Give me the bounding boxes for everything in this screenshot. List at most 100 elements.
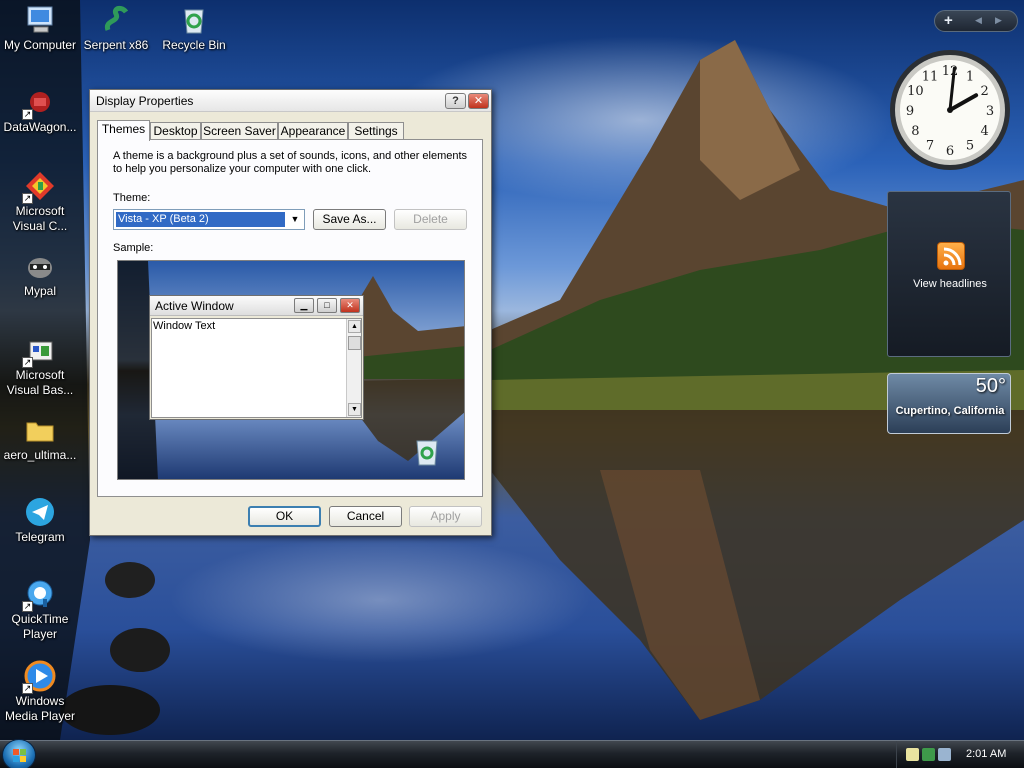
desktop-icon-visual-basic[interactable]: ↗ Microsoft Visual Bas... xyxy=(0,334,80,398)
desktop-icon-mypal[interactable]: Mypal xyxy=(0,250,80,299)
display-properties-dialog: Display Properties ? ✕ Themes Desktop Sc… xyxy=(89,89,492,536)
theme-dropdown-value: Vista - XP (Beta 2) xyxy=(116,212,285,227)
desktop-icon-quicktime[interactable]: ↗ QuickTime Player xyxy=(0,578,80,642)
desktop-icon-visual-cpp[interactable]: ↗ Microsoft Visual C... xyxy=(0,170,80,234)
datawagon-icon: ↗ xyxy=(22,86,56,120)
clock-numeral: 10 xyxy=(907,84,924,99)
weather-temperature: 50° xyxy=(975,375,1006,397)
chevron-down-icon[interactable]: ▼ xyxy=(288,213,302,226)
apply-button[interactable]: Apply xyxy=(409,506,482,527)
shortcut-arrow-icon: ↗ xyxy=(22,193,33,204)
taskbar: 2:01 AM xyxy=(0,739,1024,768)
theme-dropdown[interactable]: Vista - XP (Beta 2) ▼ xyxy=(113,209,305,230)
visual-studio-icon: ↗ xyxy=(22,170,56,204)
scroll-down-icon: ▼ xyxy=(348,403,361,416)
theme-sample-preview: Active Window ▁ □ ✕ Window Text ▲ ▼ xyxy=(117,260,465,480)
sample-window-body: Window Text ▲ ▼ xyxy=(151,318,362,418)
visual-basic-icon: ↗ xyxy=(22,334,56,368)
media-player-icon: ↗ xyxy=(22,660,56,694)
ok-button[interactable]: OK xyxy=(248,506,321,527)
tab-appearance[interactable]: Appearance xyxy=(278,122,348,140)
tray-network-icon[interactable] xyxy=(922,748,935,761)
next-icon[interactable]: ▶ xyxy=(995,15,1002,26)
shortcut-arrow-icon: ↗ xyxy=(22,109,33,120)
clock-numeral: 6 xyxy=(946,144,954,159)
shortcut-arrow-icon: ↗ xyxy=(22,357,33,368)
desktop-icon-serpent[interactable]: Serpent x86 xyxy=(76,4,156,53)
tab-screen-saver[interactable]: Screen Saver xyxy=(201,122,278,140)
close-button[interactable]: ✕ xyxy=(468,93,489,109)
help-button[interactable]: ? xyxy=(445,93,466,109)
desktop-icon-label: Serpent x86 xyxy=(83,38,149,52)
tab-settings[interactable]: Settings xyxy=(348,122,404,140)
raccoon-icon xyxy=(24,250,56,282)
desktop-icon-telegram[interactable]: Telegram xyxy=(0,496,80,545)
shortcut-arrow-icon: ↗ xyxy=(22,683,33,694)
clock-numeral: 8 xyxy=(911,124,919,139)
clock-numeral: 12 xyxy=(942,64,959,79)
themes-tab-panel: A theme is a background plus a set of so… xyxy=(97,139,483,497)
tray-notes-icon[interactable] xyxy=(906,748,919,761)
recycle-bin-icon xyxy=(416,440,438,466)
scroll-up-icon: ▲ xyxy=(348,320,361,333)
sample-window-title: Active Window xyxy=(155,299,234,313)
maximize-icon: □ xyxy=(317,298,337,313)
rss-icon xyxy=(937,242,965,270)
delete-button[interactable]: Delete xyxy=(394,209,467,230)
start-button[interactable] xyxy=(2,739,36,768)
view-headlines-link[interactable]: View headlines xyxy=(888,278,1012,290)
clock-numeral: 2 xyxy=(980,84,988,99)
theme-label: Theme: xyxy=(113,192,151,204)
sample-label: Sample: xyxy=(113,242,154,254)
tab-desktop[interactable]: Desktop xyxy=(150,122,201,140)
sample-active-window: Active Window ▁ □ ✕ Window Text ▲ ▼ xyxy=(149,295,364,420)
desktop-icon-datawagon[interactable]: ↗ DataWagon... xyxy=(0,86,80,135)
previous-icon[interactable]: ◀ xyxy=(975,15,982,26)
desktop-icon-label: Windows Media Player xyxy=(4,694,76,723)
clock-numeral: 3 xyxy=(986,104,994,119)
quicktime-icon: ↗ xyxy=(22,578,56,612)
tray-volume-icon[interactable] xyxy=(938,748,951,761)
clock-numeral: 5 xyxy=(966,139,974,154)
cancel-button[interactable]: Cancel xyxy=(329,506,402,527)
sample-scrollbar: ▲ ▼ xyxy=(346,319,361,417)
desktop-icon-aero-folder[interactable]: aero_ultima... xyxy=(0,414,80,463)
taskbar-clock[interactable]: 2:01 AM xyxy=(966,748,1006,760)
desktop-icon-media-player[interactable]: ↗ Windows Media Player xyxy=(0,660,80,724)
windows-logo-icon xyxy=(13,749,26,762)
save-as-button[interactable]: Save As... xyxy=(313,209,386,230)
desktop-icon-label: DataWagon... xyxy=(3,120,77,134)
clock-numeral: 4 xyxy=(980,124,988,139)
tab-themes[interactable]: Themes xyxy=(97,120,150,141)
add-gadget-button[interactable]: + xyxy=(944,12,953,30)
clock-numeral: 9 xyxy=(906,104,914,119)
desktop-icon-recycle-bin[interactable]: Recycle Bin xyxy=(154,4,234,53)
sample-window-text: Window Text xyxy=(153,320,216,332)
serpent-icon xyxy=(100,4,132,36)
shortcut-arrow-icon: ↗ xyxy=(22,601,33,612)
desktop-icon-label: Microsoft Visual C... xyxy=(12,204,68,233)
desktop-icon-label: My Computer xyxy=(3,38,77,52)
desktop-icon-label: Microsoft Visual Bas... xyxy=(6,368,74,397)
desktop-icon-label: aero_ultima... xyxy=(3,448,77,462)
desktop-icon-label: Mypal xyxy=(23,284,56,298)
minimize-icon: ▁ xyxy=(294,298,314,313)
dialog-titlebar[interactable]: Display Properties ? ✕ xyxy=(90,90,491,112)
clock-numeral: 1 xyxy=(966,69,974,84)
desktop-icon-my-computer[interactable]: My Computer xyxy=(0,4,80,53)
notification-area: 2:01 AM xyxy=(896,741,1024,768)
recycle-bin-icon xyxy=(178,4,210,36)
telegram-icon xyxy=(24,496,56,528)
scroll-thumb xyxy=(348,336,361,350)
feed-headlines-gadget[interactable]: View headlines xyxy=(887,191,1011,357)
clock-numeral: 11 xyxy=(922,69,939,84)
sidebar-controls: + ◀ ▶ xyxy=(934,10,1018,32)
close-icon: ✕ xyxy=(340,298,360,313)
folder-icon xyxy=(24,414,56,446)
weather-gadget[interactable]: 50° Cupertino, California xyxy=(887,373,1011,434)
dialog-title: Display Properties xyxy=(96,94,194,108)
clock-gadget[interactable]: 1234567891011 12 xyxy=(886,46,1014,174)
theme-description: A theme is a background plus a set of so… xyxy=(113,150,468,175)
clock-numeral: 7 xyxy=(926,139,934,154)
sample-window-titlebar: Active Window ▁ □ ✕ xyxy=(150,296,363,316)
